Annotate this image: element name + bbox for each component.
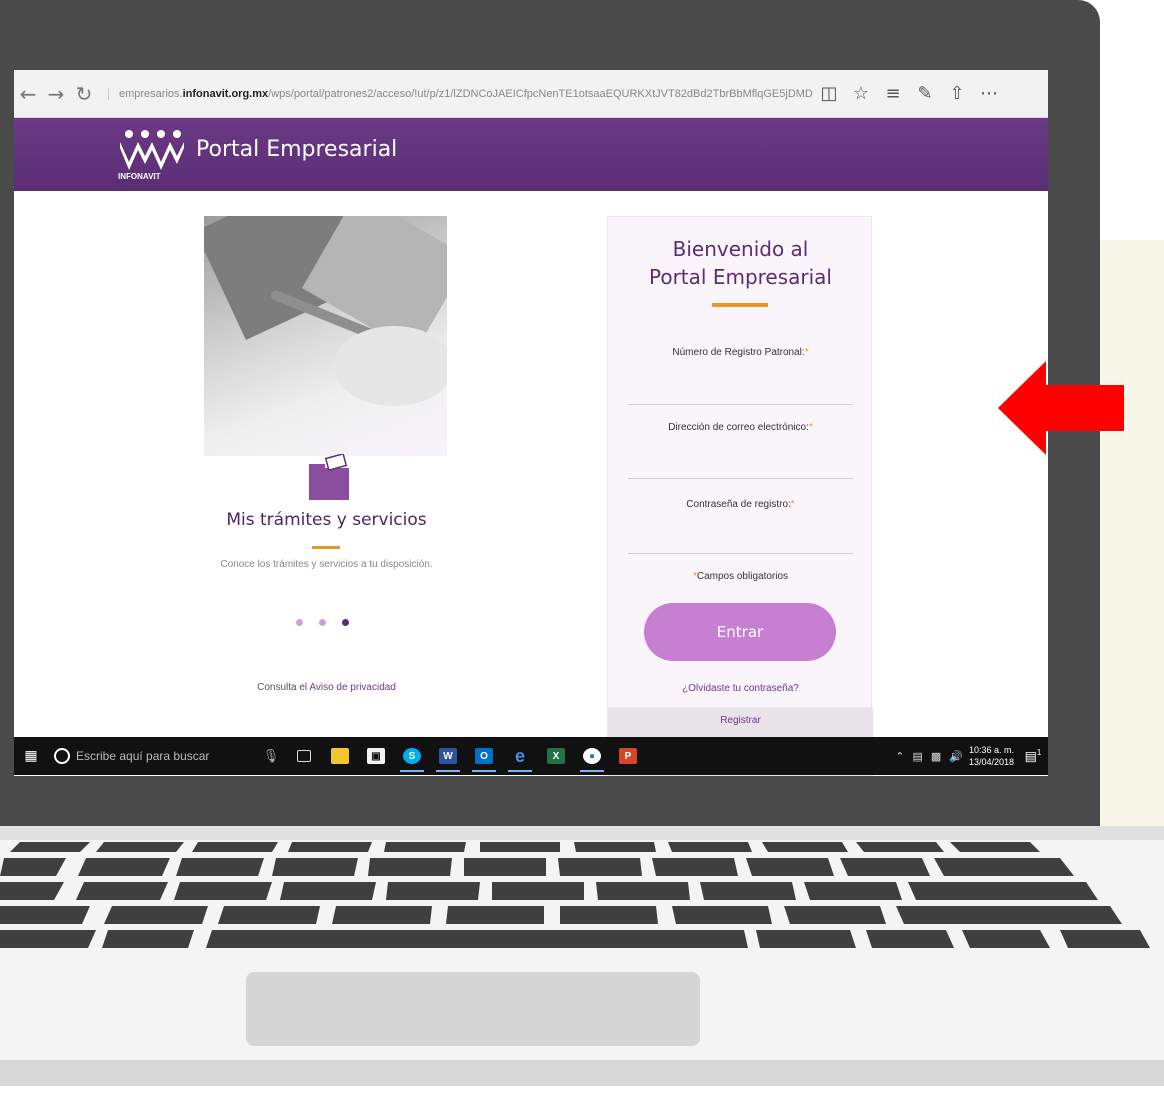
field1-text: Número de Registro Patronal:: [672, 347, 805, 358]
registro-patronal-label: Número de Registro Patronal:*: [608, 347, 873, 358]
folder-icon: [309, 454, 349, 500]
password-label: Contraseña de registro:*: [608, 499, 873, 510]
entrar-button[interactable]: Entrar: [644, 603, 836, 661]
hero-image: [204, 216, 447, 456]
reading-view-icon[interactable]: ◫: [813, 83, 845, 104]
required-note-text: Campos obligatorios: [696, 571, 789, 582]
web-note-icon[interactable]: ✎: [909, 83, 941, 104]
email-label: Dirección de correo electrónico:*: [608, 422, 873, 433]
laptop-front-edge: [0, 1060, 1164, 1086]
volume-icon[interactable]: 🔊: [949, 750, 963, 763]
services-title: Mis trámites y servicios: [226, 510, 427, 530]
word-icon[interactable]: W: [432, 743, 464, 772]
welcome-divider: [712, 303, 768, 307]
excel-icon[interactable]: X: [540, 743, 572, 769]
hand-writing-illustration: [204, 216, 447, 406]
carousel-dot-1[interactable]: [296, 619, 303, 626]
chevron-up-icon[interactable]: ⌃: [895, 750, 904, 763]
hub-icon[interactable]: ≡: [877, 83, 909, 104]
taskbar-search-input[interactable]: Escribe aquí para buscar: [76, 749, 256, 763]
refresh-icon[interactable]: ↻: [70, 82, 98, 106]
task-view-icon[interactable]: [288, 743, 320, 769]
field2-underline: [628, 478, 853, 479]
url-domain: infonavit.org.mx: [182, 87, 269, 100]
carousel-dot-3[interactable]: [342, 619, 349, 626]
forgot-password-link[interactable]: ¿Olvidaste tu contraseña?: [608, 683, 873, 694]
laptop-screen: ← → ↻ empresarios.infonavit.org.mx/wps/p…: [14, 70, 1048, 776]
login-card: Bienvenido al Portal Empresarial Número …: [607, 216, 873, 776]
clock-date: 13/04/2018: [968, 757, 1014, 767]
browser-toolbar: ← → ↻ empresarios.infonavit.org.mx/wps/p…: [14, 70, 1048, 118]
url-prefix: empresarios.: [119, 87, 183, 100]
field2-text: Dirección de correo electrónico:: [668, 422, 809, 433]
microphone-icon[interactable]: 🎙: [256, 749, 286, 764]
required-asterisk: *: [804, 347, 809, 358]
forward-arrow-icon[interactable]: →: [42, 82, 70, 106]
windows-taskbar: ▦ Escribe aquí para buscar 🎙 ▣ S W O e X…: [14, 737, 1048, 775]
registro-patronal-input[interactable]: [628, 377, 853, 403]
powerpoint-icon[interactable]: P: [612, 743, 644, 769]
carousel-dots: [296, 619, 349, 626]
privacy-notice: Consulta el Aviso de privacidad: [194, 682, 459, 693]
network-icon[interactable]: ▩: [931, 750, 941, 763]
services-divider: [312, 546, 340, 549]
touchpad: [246, 972, 700, 1046]
infonavit-logo-icon[interactable]: [118, 128, 188, 176]
field3-text: Contraseña de registro:: [686, 499, 791, 510]
required-note: *Campos obligatorios: [608, 571, 873, 582]
email-input[interactable]: [628, 451, 853, 477]
messenger-icon[interactable]: ●: [576, 743, 608, 772]
portal-header: INFONAVIT Portal Empresarial: [14, 118, 1048, 191]
password-input[interactable]: [628, 526, 853, 552]
back-arrow-icon[interactable]: ←: [14, 82, 42, 106]
battery-icon[interactable]: ▤: [912, 750, 922, 763]
outlook-icon[interactable]: O: [468, 743, 500, 772]
field3-underline: [628, 553, 853, 554]
logo-wordmark: INFONAVIT: [118, 172, 161, 181]
windows-start-icon[interactable]: ▦: [14, 748, 48, 764]
services-subtitle: Conoce los trámites y servicios a tu dis…: [220, 559, 433, 570]
notification-count: 1: [1036, 747, 1042, 757]
keyboard: [0, 842, 1150, 948]
share-icon[interactable]: ⇧: [941, 83, 973, 104]
welcome-heading: Bienvenido al Portal Empresarial: [608, 235, 873, 291]
favorite-star-icon[interactable]: ☆: [845, 83, 877, 104]
file-explorer-icon[interactable]: [324, 743, 356, 769]
taskbar-clock[interactable]: 10:36 a. m. 13/04/2018: [969, 744, 1014, 768]
stage: ← → ↻ empresarios.infonavit.org.mx/wps/p…: [0, 0, 1164, 1115]
address-bar[interactable]: empresarios.infonavit.org.mx/wps/portal/…: [108, 87, 813, 100]
required-asterisk: *: [790, 499, 795, 510]
portal-title: Portal Empresarial: [196, 137, 398, 162]
skype-icon[interactable]: S: [396, 743, 428, 772]
cortana-icon[interactable]: [54, 748, 70, 764]
privacy-link[interactable]: Aviso de privacidad: [309, 682, 396, 693]
carousel-dot-2[interactable]: [319, 619, 326, 626]
clock-time: 10:36 a. m.: [968, 745, 1014, 755]
url-path: /wps/portal/patrones2/acceso/!ut/p/z1/lZ…: [268, 87, 813, 100]
more-icon[interactable]: ⋯: [973, 83, 1005, 104]
privacy-prefix: Consulta el: [257, 682, 310, 693]
red-arrow-icon: [998, 361, 1124, 455]
action-center-icon[interactable]: ▤1: [1022, 748, 1044, 764]
field1-underline: [628, 404, 853, 405]
welcome-line-1: Bienvenido al: [672, 237, 809, 261]
edge-icon[interactable]: e: [504, 743, 536, 772]
welcome-line-2: Portal Empresarial: [649, 265, 832, 289]
required-asterisk: *: [808, 422, 813, 433]
system-tray: ⌃ ▤ ▩ 🔊 10:36 a. m. 13/04/2018 ▤1: [895, 744, 1048, 768]
store-icon[interactable]: ▣: [360, 743, 392, 769]
